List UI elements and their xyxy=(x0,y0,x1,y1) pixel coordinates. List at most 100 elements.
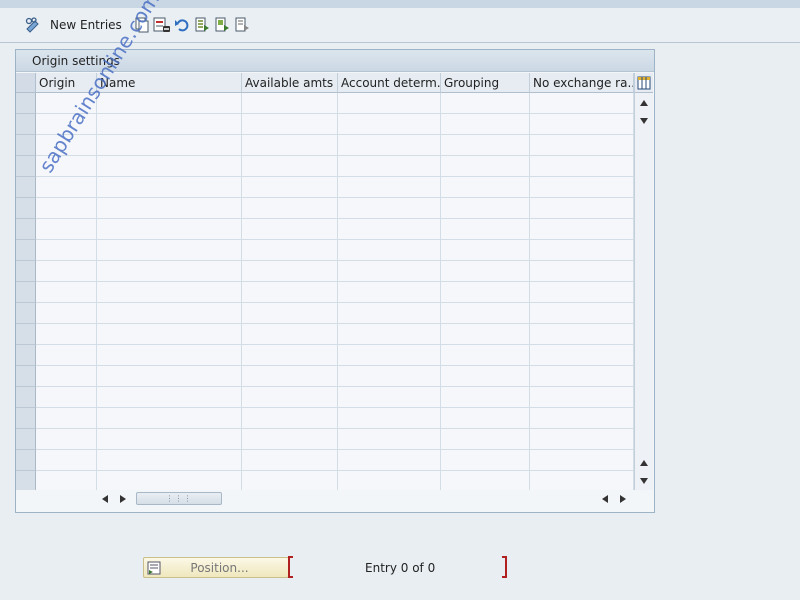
table-cell[interactable] xyxy=(530,240,634,261)
table-cell[interactable] xyxy=(441,366,530,387)
column-header-account-determ[interactable]: Account determ. xyxy=(338,73,441,93)
table-cell[interactable] xyxy=(338,366,441,387)
horizontal-scrollbar[interactable]: ⋮⋮⋮ xyxy=(16,490,634,508)
table-cell[interactable] xyxy=(242,450,338,471)
row-selector[interactable] xyxy=(16,198,36,219)
undo-icon[interactable] xyxy=(172,15,192,35)
table-cell[interactable] xyxy=(242,366,338,387)
table-cell[interactable] xyxy=(242,114,338,135)
table-cell[interactable] xyxy=(36,429,97,450)
table-row[interactable] xyxy=(16,429,634,450)
table-cell[interactable] xyxy=(338,135,441,156)
table-cell[interactable] xyxy=(242,240,338,261)
row-selector[interactable] xyxy=(16,93,36,114)
table-cell[interactable] xyxy=(97,471,242,492)
table-cell[interactable] xyxy=(97,324,242,345)
table-cell[interactable] xyxy=(97,198,242,219)
table-cell[interactable] xyxy=(530,450,634,471)
table-cell[interactable] xyxy=(338,261,441,282)
table-cell[interactable] xyxy=(97,303,242,324)
table-cell[interactable] xyxy=(36,471,97,492)
table-cell[interactable] xyxy=(242,408,338,429)
table-row[interactable] xyxy=(16,114,634,135)
row-selector[interactable] xyxy=(16,429,36,450)
table-cell[interactable] xyxy=(338,114,441,135)
table-cell[interactable] xyxy=(97,219,242,240)
row-selector[interactable] xyxy=(16,387,36,408)
table-row[interactable] xyxy=(16,387,634,408)
table-cell[interactable] xyxy=(530,366,634,387)
table-cell[interactable] xyxy=(441,303,530,324)
table-cell[interactable] xyxy=(338,198,441,219)
table-cell[interactable] xyxy=(530,261,634,282)
table-cell[interactable] xyxy=(97,177,242,198)
table-cell[interactable] xyxy=(441,219,530,240)
table-cell[interactable] xyxy=(530,429,634,450)
row-selector[interactable] xyxy=(16,450,36,471)
column-header-no-exchange-rate[interactable]: No exchange ra... xyxy=(530,73,634,93)
table-cell[interactable] xyxy=(36,387,97,408)
table-cell[interactable] xyxy=(97,261,242,282)
table-cell[interactable] xyxy=(242,177,338,198)
row-selector[interactable] xyxy=(16,471,36,492)
table-cell[interactable] xyxy=(441,114,530,135)
table-row[interactable] xyxy=(16,240,634,261)
row-selector[interactable] xyxy=(16,114,36,135)
table-cell[interactable] xyxy=(36,261,97,282)
display-change-icon[interactable] xyxy=(24,15,44,35)
table-cell[interactable] xyxy=(530,93,634,114)
scroll-down-icon[interactable] xyxy=(639,116,649,126)
table-cell[interactable] xyxy=(36,219,97,240)
table-cell[interactable] xyxy=(338,156,441,177)
new-entries-button[interactable]: New Entries xyxy=(50,18,122,32)
table-cell[interactable] xyxy=(441,282,530,303)
table-cell[interactable] xyxy=(97,240,242,261)
table-cell[interactable] xyxy=(338,177,441,198)
table-row[interactable] xyxy=(16,261,634,282)
table-cell[interactable] xyxy=(441,324,530,345)
position-button[interactable]: Position... xyxy=(143,557,289,578)
table-cell[interactable] xyxy=(97,387,242,408)
table-cell[interactable] xyxy=(338,303,441,324)
table-cell[interactable] xyxy=(530,471,634,492)
table-cell[interactable] xyxy=(530,219,634,240)
table-cell[interactable] xyxy=(338,324,441,345)
table-cell[interactable] xyxy=(97,114,242,135)
table-cell[interactable] xyxy=(441,387,530,408)
table-cell[interactable] xyxy=(530,324,634,345)
table-cell[interactable] xyxy=(338,450,441,471)
table-cell[interactable] xyxy=(97,429,242,450)
row-selector[interactable] xyxy=(16,303,36,324)
table-cell[interactable] xyxy=(338,345,441,366)
row-selector[interactable] xyxy=(16,135,36,156)
select-all-rows-cell[interactable] xyxy=(16,73,36,93)
table-cell[interactable] xyxy=(441,198,530,219)
table-cell[interactable] xyxy=(530,114,634,135)
row-selector[interactable] xyxy=(16,366,36,387)
column-header-grouping[interactable]: Grouping xyxy=(441,73,530,93)
table-cell[interactable] xyxy=(242,429,338,450)
table-cell[interactable] xyxy=(97,156,242,177)
table-cell[interactable] xyxy=(441,135,530,156)
select-all-icon[interactable] xyxy=(192,15,212,35)
table-cell[interactable] xyxy=(36,240,97,261)
table-cell[interactable] xyxy=(530,156,634,177)
column-header-name[interactable]: Name xyxy=(97,73,242,93)
table-row[interactable] xyxy=(16,156,634,177)
table-cell[interactable] xyxy=(441,345,530,366)
table-cell[interactable] xyxy=(338,408,441,429)
table-row[interactable] xyxy=(16,282,634,303)
table-row[interactable] xyxy=(16,93,634,114)
table-cell[interactable] xyxy=(97,93,242,114)
table-cell[interactable] xyxy=(338,429,441,450)
table-row[interactable] xyxy=(16,198,634,219)
table-cell[interactable] xyxy=(242,324,338,345)
table-cell[interactable] xyxy=(36,408,97,429)
table-cell[interactable] xyxy=(530,282,634,303)
table-cell[interactable] xyxy=(338,387,441,408)
table-cell[interactable] xyxy=(441,408,530,429)
deselect-all-icon[interactable] xyxy=(232,15,252,35)
table-row[interactable] xyxy=(16,471,634,492)
scroll-far-left-icon[interactable] xyxy=(600,494,610,504)
scroll-page-up-icon[interactable] xyxy=(639,458,649,468)
